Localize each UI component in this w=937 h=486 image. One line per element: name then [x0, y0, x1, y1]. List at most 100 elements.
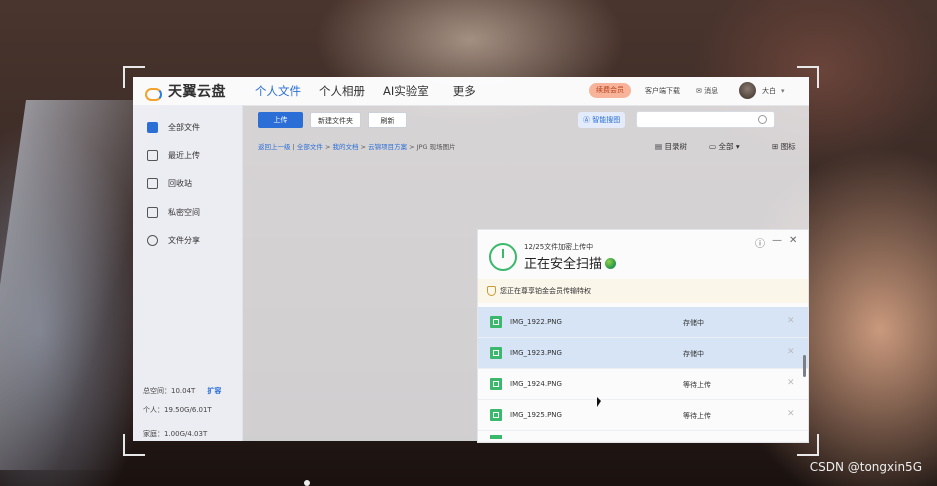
- back-link[interactable]: 返回上一级: [258, 143, 291, 151]
- upload-file-row[interactable]: IMG_1922.PNG 存储中 ✕: [478, 307, 808, 338]
- file-icon: [147, 121, 158, 133]
- tree-label: 目录树: [664, 142, 687, 151]
- file-status: 等待上传: [683, 412, 711, 420]
- upload-button[interactable]: 上传: [258, 112, 303, 128]
- info-icon[interactable]: ⓘ: [755, 235, 765, 250]
- smart-search-label: 智能搜图: [592, 116, 621, 124]
- main-nav: 个人文件 个人相册 AI实验室 更多: [247, 77, 486, 105]
- breadcrumb-arrow: >: [360, 143, 366, 151]
- remove-icon[interactable]: ✕: [787, 378, 795, 388]
- image-file-icon: [490, 347, 502, 359]
- nav-ai-lab[interactable]: AI实验室: [375, 77, 437, 105]
- message-icon: ✉: [696, 87, 702, 95]
- file-status: 存储中: [683, 319, 704, 327]
- sidebar-item-all-files[interactable]: 全部文件: [147, 119, 200, 135]
- user-name[interactable]: 大白: [762, 77, 776, 105]
- minimize-icon[interactable]: —: [772, 235, 782, 246]
- folder-icon: ▭: [709, 142, 717, 151]
- total-space-text: 总空间：10.04T: [143, 387, 196, 395]
- cloud-logo-icon: [145, 85, 165, 101]
- sidebar-item-recent-uploads[interactable]: 最近上传: [147, 147, 200, 163]
- directory-tree-toggle[interactable]: ▤ 目录树: [655, 141, 687, 152]
- search-icon[interactable]: [758, 115, 767, 124]
- globe-icon: [605, 258, 617, 269]
- messages-label: 消息: [704, 87, 719, 95]
- panel-title: 正在安全扫描: [524, 253, 617, 272]
- scan-status-text: 正在安全扫描: [524, 257, 603, 272]
- grid-icon: ⊞: [772, 142, 779, 151]
- breadcrumb-item[interactable]: 我的文档: [332, 143, 358, 151]
- sidebar-item-recycle-bin[interactable]: 回收站: [147, 175, 192, 191]
- personal-space-text: 个人：19.50G/6.01T: [143, 406, 212, 414]
- breadcrumb-item[interactable]: 云锦项目方案: [368, 143, 407, 151]
- filter-label: 全部: [718, 142, 734, 151]
- client-download-link[interactable]: 客户端下载: [645, 77, 680, 105]
- sidebar-item-label: 全部文件: [168, 122, 200, 132]
- sidebar-item-file-share[interactable]: 文件分享: [147, 232, 200, 248]
- expand-storage-link[interactable]: 扩容: [207, 387, 221, 395]
- watermark: CSDN @tongxin5G: [809, 460, 922, 474]
- shield-icon: [487, 286, 496, 296]
- refresh-button[interactable]: 刷新: [368, 112, 407, 128]
- breadcrumb-arrow: >: [324, 143, 331, 151]
- file-name: IMG_1924.PNG: [510, 380, 562, 388]
- nav-personal-album[interactable]: 个人相册: [311, 77, 373, 105]
- vip-banner-text: 您正在尊享铂金会员传输特权: [500, 287, 591, 295]
- icon-view-label: 图标: [780, 142, 796, 151]
- trash-icon: [147, 177, 158, 189]
- clock-icon: [147, 149, 158, 161]
- nav-more[interactable]: 更多: [445, 77, 484, 105]
- smart-image-search-button[interactable]: Ⓐ 智能搜图: [578, 112, 626, 128]
- close-icon[interactable]: ✕: [789, 235, 797, 246]
- filter-dropdown[interactable]: ▭ 全部 ▾: [709, 141, 740, 152]
- search-input[interactable]: [636, 111, 775, 128]
- user-avatar[interactable]: [739, 82, 756, 99]
- file-status: 等待上传: [683, 381, 711, 389]
- chevron-down-icon[interactable]: ▾: [781, 77, 785, 105]
- share-icon: [147, 234, 158, 246]
- file-name: IMG_1925.PNG: [510, 411, 562, 419]
- sidebar-item-label: 私密空间: [168, 207, 200, 217]
- ai-search-icon: Ⓐ: [583, 116, 590, 124]
- upload-file-row[interactable]: IMG_1925.PNG 等待上传 ✕: [478, 400, 808, 431]
- tree-icon: ▤: [655, 142, 663, 151]
- vip-transfer-banner: 您正在尊享铂金会员传输特权: [478, 279, 808, 303]
- nav-personal-files[interactable]: 个人文件: [247, 77, 309, 105]
- sidebar-item-label: 回收站: [168, 178, 192, 188]
- image-file-icon: [490, 378, 502, 390]
- family-space-text: 家庭：1.00G/4.03T: [143, 430, 208, 438]
- app-logo[interactable]: 天翼云盘: [145, 82, 226, 101]
- top-navigation-bar: 天翼云盘 个人文件 个人相册 AI实验室 更多 续费会员 客户端下载 ✉ 消息 …: [133, 77, 809, 106]
- image-file-icon: [490, 409, 502, 421]
- file-name: IMG_1922.PNG: [510, 318, 562, 326]
- remove-icon[interactable]: ✕: [787, 316, 795, 326]
- file-status: 存储中: [683, 350, 704, 358]
- breadcrumb: 返回上一级 | 全部文件 > 我的文档 > 云锦项目方案 > JPG 现场图片: [258, 141, 456, 151]
- upload-progress-icon: [489, 243, 517, 271]
- mouse-cursor-icon: [597, 397, 601, 407]
- total-space-row: 总空间：10.04T 扩容: [143, 386, 221, 396]
- file-name: IMG_1923.PNG: [510, 349, 562, 357]
- new-folder-button[interactable]: 新建文件夹: [310, 112, 361, 128]
- sidebar-item-private-space[interactable]: 私密空间: [147, 204, 200, 220]
- upload-file-list: IMG_1922.PNG 存储中 ✕ IMG_1923.PNG 存储中 ✕ IM…: [478, 307, 808, 431]
- upload-file-row[interactable]: IMG_1924.PNG 等待上传 ✕: [478, 369, 808, 400]
- sidebar-item-label: 文件分享: [168, 235, 200, 245]
- breadcrumb-current: JPG 现场图片: [416, 143, 456, 151]
- remove-icon[interactable]: ✕: [787, 409, 795, 419]
- cursor-dot: [304, 480, 310, 486]
- breadcrumb-separator: |: [292, 143, 295, 151]
- app-logo-text: 天翼云盘: [168, 84, 226, 100]
- image-file-icon: [490, 316, 502, 328]
- messages-link[interactable]: ✉ 消息: [696, 77, 718, 105]
- icon-view-toggle[interactable]: ⊞ 图标: [772, 141, 796, 152]
- sidebar: 全部文件 最近上传 回收站 私密空间 文件分享 总空间：10.04T 扩容 个人：…: [133, 105, 243, 441]
- lock-icon: [147, 206, 158, 218]
- image-file-icon: [490, 435, 502, 439]
- remove-icon[interactable]: ✕: [787, 347, 795, 357]
- breadcrumb-item[interactable]: 全部文件: [297, 143, 323, 151]
- upload-file-row[interactable]: IMG_1923.PNG 存储中 ✕: [478, 338, 808, 369]
- renew-vip-button[interactable]: 续费会员: [589, 83, 631, 98]
- breadcrumb-arrow: >: [409, 143, 415, 151]
- upload-list-scrollbar[interactable]: [803, 355, 806, 377]
